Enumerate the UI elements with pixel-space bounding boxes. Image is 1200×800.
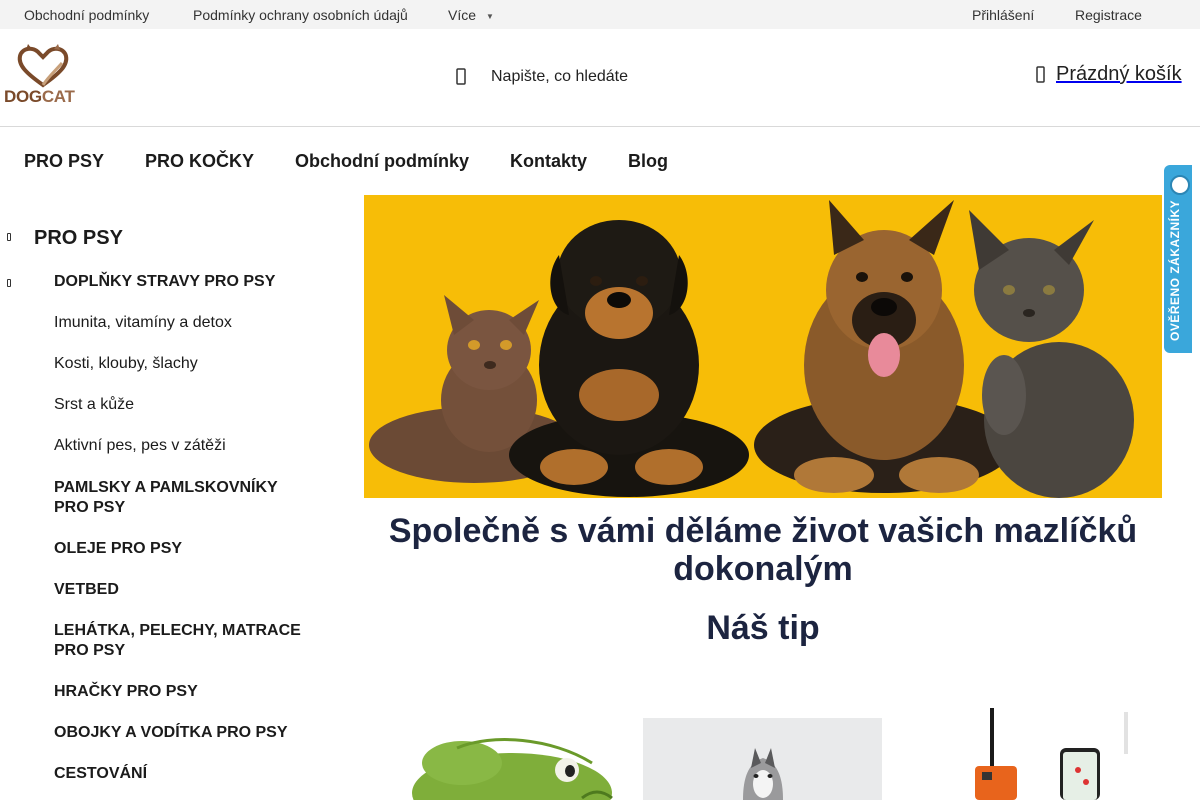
verified-seal-icon: [1170, 175, 1190, 195]
carousel-next-edge: [1124, 712, 1128, 754]
product-card[interactable]: [402, 718, 632, 800]
product-card[interactable]: [920, 708, 1125, 800]
sidebar-subitem-skin[interactable]: Srst a kůže: [54, 395, 134, 415]
logo-heart-icon: [17, 44, 69, 88]
sidebar-subitem-immunity[interactable]: Imunita, vitamíny a detox: [54, 313, 232, 333]
sidebar-item-toys[interactable]: HRAČKY PRO PSY: [54, 682, 314, 702]
main-nav: PRO PSY PRO KOČKY Obchodní podmínky Kont…: [0, 127, 1200, 193]
search-field[interactable]: Napište, co hledáte: [455, 65, 628, 89]
login-link[interactable]: Přihlášení: [972, 7, 1034, 23]
cart-label: Prázdný košík: [1056, 63, 1182, 85]
search-input[interactable]: Napište, co hledáte: [491, 68, 628, 86]
collapse-icon[interactable]: [7, 233, 11, 241]
sidebar-item-pro-psy[interactable]: PRO PSY: [34, 227, 123, 250]
hero-banner[interactable]: [364, 195, 1162, 498]
logo-text: DOGCAT: [4, 87, 75, 106]
nav-item-contacts[interactable]: Kontakty: [510, 151, 587, 172]
sidebar-subitem-joints[interactable]: Kosti, klouby, šlachy: [54, 354, 198, 374]
gps-tracker-image: [975, 708, 1100, 800]
cart-button[interactable]: Prázdný košík: [1036, 63, 1182, 86]
chevron-down-icon: ▼: [486, 11, 494, 21]
topbar-more-menu[interactable]: Více ▼: [448, 7, 494, 23]
page-headline: Společně s vámi děláme život vašich mazl…: [388, 512, 1138, 588]
sidebar-item-beds[interactable]: LEHÁTKA, PELECHY, MATRACE PRO PSY: [54, 621, 314, 661]
sidebar-item-supplements[interactable]: DOPLŇKY STRAVY PRO PSY: [54, 272, 314, 292]
crocodile-toy-image: [412, 738, 613, 800]
topbar-link-privacy[interactable]: Podmínky ochrany osobních údajů: [193, 7, 408, 23]
nav-item-terms[interactable]: Obchodní podmínky: [295, 151, 469, 172]
nav-item-blog[interactable]: Blog: [628, 151, 668, 172]
sidebar-subitem-active-dog[interactable]: Aktivní pes, pes v zátěži: [54, 436, 226, 456]
header: DOGCAT Napište, co hledáte Prázdný košík: [0, 29, 1200, 127]
logo[interactable]: DOGCAT: [4, 43, 82, 107]
top-bar: Obchodní podmínky Podmínky ochrany osobn…: [0, 0, 1200, 29]
verified-badge-label: OVĚŘENO ZÁKAZNÍKY: [1168, 199, 1182, 341]
verified-customers-badge[interactable]: OVĚŘENO ZÁKAZNÍKY: [1164, 165, 1192, 353]
sidebar-item-travel[interactable]: CESTOVÁNÍ: [54, 764, 314, 784]
hero-image: [364, 195, 1162, 498]
nav-item-pro-psy[interactable]: PRO PSY: [24, 151, 104, 172]
search-icon[interactable]: [455, 67, 469, 87]
nav-item-pro-kocky[interactable]: PRO KOČKY: [145, 151, 254, 172]
sidebar-item-vetbed[interactable]: VETBED: [54, 580, 314, 600]
cart-icon: [1036, 65, 1046, 85]
product-card[interactable]: [643, 718, 882, 800]
topbar-link-terms[interactable]: Obchodní podmínky: [24, 7, 149, 23]
sidebar-item-oils[interactable]: OLEJE PRO PSY: [54, 539, 314, 559]
topbar-more-label: Více: [448, 7, 477, 23]
husky-image: [643, 718, 882, 800]
tip-heading: Náš tip: [706, 609, 820, 647]
sidebar-item-treats[interactable]: PAMLSKY A PAMLSKOVNÍKY PRO PSY: [54, 478, 314, 518]
collapse-icon[interactable]: [7, 279, 11, 287]
sidebar-item-collars[interactable]: OBOJKY A VODÍTKA PRO PSY: [54, 723, 314, 743]
register-link[interactable]: Registrace: [1075, 7, 1142, 23]
